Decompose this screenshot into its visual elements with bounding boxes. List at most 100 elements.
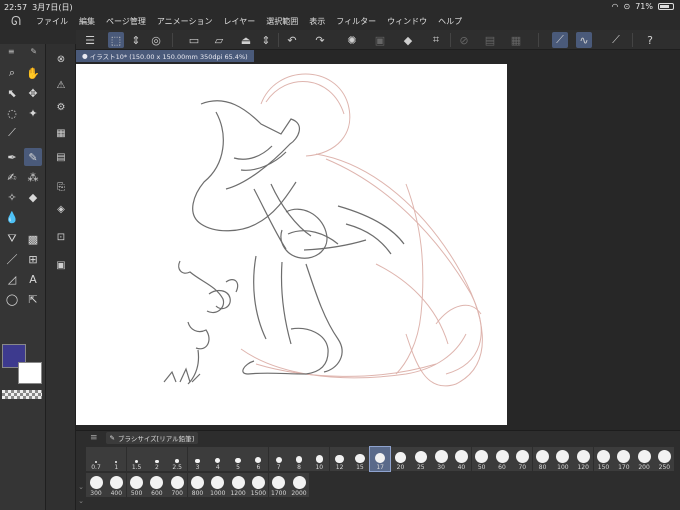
layer-icon[interactable]: ◈	[52, 200, 70, 218]
brush-size-option[interactable]: 400	[106, 473, 127, 497]
decoration-icon[interactable]: ✧	[3, 188, 21, 206]
expand-selection-icon[interactable]: ▦	[508, 32, 524, 48]
pen-pressure-icon[interactable]: ∿	[576, 32, 592, 48]
menu-view[interactable]: 表示	[309, 16, 325, 27]
menu-animation[interactable]: アニメーション	[157, 16, 213, 27]
menu-page[interactable]: ページ管理	[106, 16, 146, 27]
brush-size-option[interactable]: 1700	[268, 473, 289, 497]
collapse-icon[interactable]: ⌄	[76, 483, 86, 491]
view-icon[interactable]: ◎	[148, 32, 164, 48]
transparent-color-swatch[interactable]	[2, 390, 42, 399]
menu-layer[interactable]: レイヤー	[224, 16, 256, 27]
invert-selection-icon[interactable]: ▤	[482, 32, 498, 48]
move-icon[interactable]: ✥	[24, 84, 42, 102]
material-icon[interactable]: ⎘	[52, 178, 70, 196]
brush-size-option[interactable]: 1	[106, 447, 127, 471]
camera-icon[interactable]: ▣	[52, 256, 70, 274]
select-mode-icon[interactable]: ⬚	[108, 32, 124, 48]
brush-size-option[interactable]: 40	[451, 447, 472, 471]
brush-size-option[interactable]: 2000	[289, 473, 309, 497]
brush-panel-menu-icon[interactable]: ≡	[90, 433, 98, 443]
brush-size-option[interactable]: 1.5	[126, 447, 147, 471]
canvas-paper[interactable]	[76, 64, 507, 425]
brush-size-option[interactable]: 50	[471, 447, 492, 471]
brush-size-option[interactable]: 70	[512, 447, 533, 471]
brush-size-panel-icon[interactable]: ⚙	[52, 98, 70, 116]
menu-window[interactable]: ウィンドウ	[387, 16, 427, 27]
brush-size-option[interactable]: 170	[613, 447, 634, 471]
brush-size-option[interactable]: 6	[248, 447, 269, 471]
ruler-icon[interactable]: ◿	[3, 270, 21, 288]
brush-size-option[interactable]: 12	[329, 447, 350, 471]
document-tab[interactable]: ● イラスト10* (150.00 x 150.00mm 350dpi 65.4…	[76, 50, 254, 62]
scroll-down-icon[interactable]: ⌄	[76, 497, 86, 505]
panel-menu-icon[interactable]: ≡	[8, 47, 15, 56]
eyedropper-icon[interactable]: ⟋	[3, 124, 21, 142]
brush-size-option[interactable]: 20	[390, 447, 411, 471]
app-logo-icon[interactable]: ᘏ	[6, 12, 26, 30]
brush-size-option[interactable]: 120	[573, 447, 594, 471]
brush-size-option[interactable]: 10	[309, 447, 330, 471]
save-icon[interactable]: ⏏	[238, 32, 254, 48]
balloon-icon[interactable]: ◯	[3, 290, 21, 308]
brush-size-option[interactable]: 700	[167, 473, 188, 497]
brush-size-option[interactable]: 150	[593, 447, 614, 471]
menu-selection[interactable]: 選択範囲	[266, 16, 298, 27]
brush-size-option[interactable]: 80	[532, 447, 553, 471]
menu-icon[interactable]: ☰	[82, 32, 98, 48]
menu-filter[interactable]: フィルター	[336, 16, 376, 27]
brush-size-option[interactable]: 1500	[248, 473, 269, 497]
blend-icon[interactable]: 💧	[3, 208, 21, 226]
expand-icon[interactable]: ⇕	[128, 32, 144, 48]
hand-icon[interactable]: ✋	[24, 64, 42, 82]
brush-size-option[interactable]: 30	[431, 447, 452, 471]
magic-wand-icon[interactable]: ✦	[24, 104, 42, 122]
color-wheel-icon[interactable]: ▦	[52, 124, 70, 142]
pencil-icon[interactable]: ✎	[24, 148, 42, 166]
brush-size-option[interactable]: 1000	[207, 473, 228, 497]
brush-icon[interactable]: ✍	[3, 168, 21, 186]
pen-vector-icon[interactable]: ⟋	[608, 32, 624, 48]
fill-tool-icon[interactable]: ⛛	[3, 230, 21, 248]
brush-size-option[interactable]: 4	[207, 447, 228, 471]
color-history-icon[interactable]: ▤	[52, 148, 70, 166]
brush-size-option[interactable]: 1200	[228, 473, 249, 497]
brush-size-option[interactable]: 600	[146, 473, 167, 497]
sub-color-swatch[interactable]	[18, 362, 42, 384]
lasso-icon[interactable]: ◌	[3, 104, 21, 122]
zoom-icon[interactable]: ⌕	[3, 64, 21, 82]
brush-size-option[interactable]: 5	[228, 447, 249, 471]
help-icon[interactable]: ?	[642, 32, 658, 48]
eraser-tool-icon[interactable]: ◆	[24, 188, 42, 206]
text-icon[interactable]: A	[24, 270, 42, 288]
menu-edit[interactable]: 編集	[79, 16, 95, 27]
menu-help[interactable]: ヘルプ	[438, 16, 462, 27]
brush-size-option[interactable]: 0.7	[86, 447, 106, 471]
transform-icon[interactable]: ⌗	[428, 32, 444, 48]
brush-size-option[interactable]: 800	[187, 473, 208, 497]
brush-size-option[interactable]: 7	[268, 447, 289, 471]
figure-icon[interactable]: ／	[3, 250, 21, 268]
save-arrows-icon[interactable]: ⇕	[258, 32, 274, 48]
open-file-icon[interactable]: ▱	[211, 32, 227, 48]
gradient-icon[interactable]: ▩	[24, 230, 42, 248]
brush-size-option[interactable]: 60	[492, 447, 512, 471]
fill-icon[interactable]: ◆	[400, 32, 416, 48]
brush-size-option[interactable]: 500	[126, 473, 147, 497]
navigator-icon[interactable]: ⊗	[52, 50, 70, 68]
pen-icon[interactable]: ✒	[3, 148, 21, 166]
brush-size-option[interactable]: 25	[410, 447, 431, 471]
undo-icon[interactable]: ↶	[284, 32, 300, 48]
menu-file[interactable]: ファイル	[36, 16, 68, 27]
frame-icon[interactable]: ⊞	[24, 250, 42, 268]
correct-line-icon[interactable]: ⇱	[24, 290, 42, 308]
brush-size-option[interactable]: 300	[86, 473, 106, 497]
brush-size-option[interactable]: 8	[289, 447, 309, 471]
brush-size-tab[interactable]: ✎ ブラシサイズ[リアル鉛筆]	[105, 432, 199, 444]
airbrush-icon[interactable]: ⁂	[24, 168, 42, 186]
brush-size-option[interactable]: 15	[349, 447, 370, 471]
brush-size-option[interactable]: 200	[634, 447, 655, 471]
brush-size-option[interactable]: 2	[146, 447, 167, 471]
brush-size-option[interactable]: 2.5	[167, 447, 188, 471]
redo-icon[interactable]: ↷	[312, 32, 328, 48]
